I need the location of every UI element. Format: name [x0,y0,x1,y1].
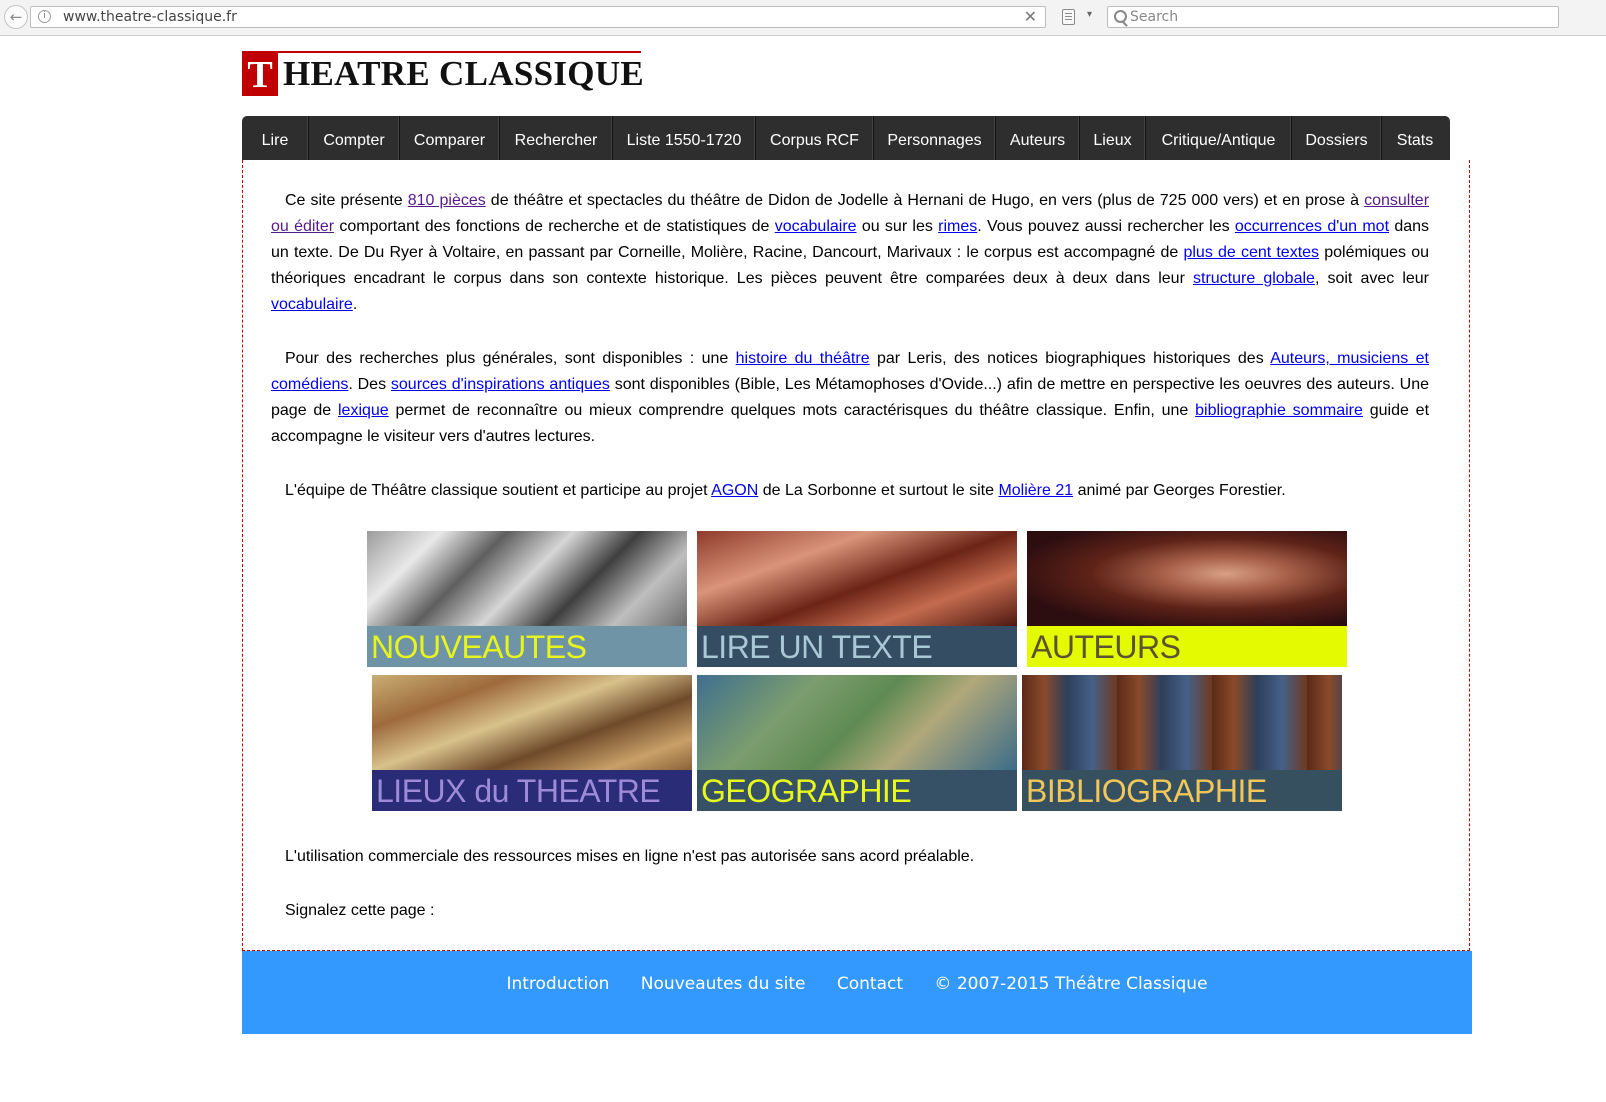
text-segment: . [352,296,358,313]
tile-image [1027,531,1347,626]
logo-text: HEATRE CLASSIQUE [283,54,645,93]
menu-item-rechercher[interactable]: Rechercher [500,116,613,160]
text-segment: L'équipe de Théâtre classique soutient e… [285,482,712,499]
link-agon[interactable]: AGON [711,482,758,499]
search-box[interactable] [1107,6,1559,28]
chevron-down-icon[interactable]: ▾ [1087,9,1092,20]
tile-image [367,531,687,626]
text-segment: ou sur les [856,218,939,235]
text-segment: . Vous pouvez aussi rechercher les [977,218,1235,235]
text-segment: Ce site présente [285,192,408,209]
text-segment: L'utilisation commerciale des ressources… [285,848,975,865]
link-rimes[interactable]: rimes [938,218,977,235]
tile-label: BIBLIOGRAPHIE [1026,773,1267,809]
footer-link-contact[interactable]: Contact [837,974,903,994]
text-segment: . Des [348,376,391,393]
intro-paragraph: Ce site présente 810 pièces de théâtre e… [271,188,1429,318]
menu-item-personnages[interactable]: Personnages [874,116,996,160]
tile-image [697,531,1017,626]
menu-item-lieux[interactable]: Lieux [1080,116,1146,160]
logo-rule [242,51,641,53]
text-segment: comportant des fonctions de recherche et… [334,218,775,235]
menu-item-corpus-rcf[interactable]: Corpus RCF [756,116,874,160]
link-histoire-theatre[interactable]: histoire du théâtre [736,350,870,367]
tile-label: LIRE UN TEXTE [701,629,933,665]
tile-bibliographie[interactable]: BIBLIOGRAPHIE [1022,675,1342,811]
link-vocabulaire-compare[interactable]: vocabulaire [271,296,353,313]
menu-item-dossiers[interactable]: Dossiers [1292,116,1382,160]
menu-item-auteurs[interactable]: Auteurs [996,116,1080,160]
tile-label: AUTEURS [1031,629,1181,665]
tile-lire-un-texte[interactable]: LIRE UN TEXTE [697,531,1017,667]
menu-item-liste[interactable]: Liste 1550-1720 [613,116,756,160]
text-segment: de théâtre et spectacles du théâtre de D… [485,192,1365,209]
menu-item-lire[interactable]: Lire [242,116,309,160]
research-paragraph: Pour des recherches plus générales, sont… [271,346,1429,450]
link-lexique[interactable]: lexique [338,402,389,419]
search-input[interactable] [1130,9,1550,25]
info-icon[interactable]: i [38,10,51,23]
footer-links: Introduction Nouveautes du site Contact … [242,974,1472,994]
menu-item-stats[interactable]: Stats [1382,116,1448,160]
tile-label: GEOGRAPHIE [701,773,912,809]
logo-initial-box: T [242,52,278,96]
footer-link-nouveautes[interactable]: Nouveautes du site [641,974,806,994]
link-810-pieces[interactable]: 810 pièces [408,192,486,209]
reader-view-icon[interactable] [1062,9,1075,25]
link-sources-antiques[interactable]: sources d'inspirations antiques [391,376,610,393]
link-moliere-21[interactable]: Molière 21 [998,482,1073,499]
search-icon [1114,10,1127,23]
link-bibliographie-sommaire[interactable]: bibliographie sommaire [1195,402,1363,419]
commercial-notice: L'utilisation commerciale des ressources… [271,844,1429,870]
menu-item-comparer[interactable]: Comparer [400,116,500,160]
link-cent-textes[interactable]: plus de cent textes [1183,244,1319,261]
back-arrow-icon[interactable]: ← [4,5,28,29]
text-segment: par Leris, des notices biographiques his… [869,350,1271,367]
site-logo[interactable]: T HEATRE CLASSIQUE [242,51,645,96]
link-structure-globale[interactable]: structure globale [1193,270,1315,287]
text-segment: animé par Georges Forestier. [1073,482,1286,499]
report-page-text: Signalez cette page : [271,898,1429,924]
team-paragraph: L'équipe de Théâtre classique soutient e… [271,478,1429,504]
tile-auteurs[interactable]: AUTEURS [1027,531,1347,667]
logo-initial: T [247,54,273,96]
text-segment: de La Sorbonne et surtout le site [758,482,999,499]
menu-item-critique-antique[interactable]: Critique/Antique [1146,116,1292,160]
close-icon[interactable]: ✕ [1024,7,1037,27]
footer-link-introduction[interactable]: Introduction [506,974,609,994]
text-segment: permet de reconnaître ou mieux comprendr… [388,402,1196,419]
tile-nouveautes[interactable]: NOUVEAUTES [367,531,687,667]
address-bar[interactable]: i www.theatre-classique.fr ✕ [30,6,1046,28]
link-occurrences[interactable]: occurrences d'un mot [1235,218,1389,235]
link-vocabulaire[interactable]: vocabulaire [775,218,857,235]
footer-copyright: © 2007-2015 Théâtre Classique [934,974,1208,994]
tile-label: NOUVEAUTES [371,629,587,665]
text-segment: Signalez cette page : [285,902,435,919]
tile-image [1022,675,1342,770]
tile-image [372,675,692,770]
tile-label: LIEUX du THEATRE [376,773,661,809]
tile-image [697,675,1017,770]
tile-lieux-du-theatre[interactable]: LIEUX du THEATRE [372,675,692,811]
url-text[interactable]: www.theatre-classique.fr [63,9,237,25]
browser-toolbar: ← i www.theatre-classique.fr ✕ ▾ [0,0,1606,36]
menu-item-compter[interactable]: Compter [309,116,400,160]
text-segment: , soit avec leur [1314,270,1430,287]
main-menu: Lire Compter Comparer Rechercher Liste 1… [242,116,1450,160]
tile-geographie[interactable]: GEOGRAPHIE [697,675,1017,811]
main-content: Ce site présente 810 pièces de théâtre e… [242,160,1470,951]
text-segment: Pour des recherches plus générales, sont… [285,350,736,367]
site-footer: Introduction Nouveautes du site Contact … [242,951,1472,1034]
